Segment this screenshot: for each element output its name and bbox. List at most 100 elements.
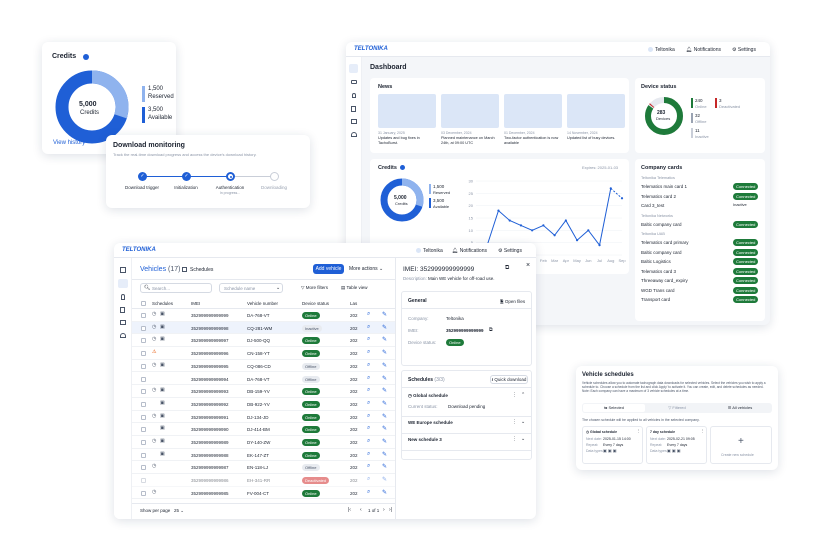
nav-files-icon[interactable] [351, 106, 356, 112]
table-row[interactable]: ◷ 352999999999987 EN-118-LJ Offline 202 ⌕ ✎ [132, 461, 395, 475]
row-edit-icon[interactable]: ✎ [382, 451, 387, 458]
settings-link[interactable]: ⚙ Settings [732, 47, 756, 53]
vs-card-more-icon[interactable]: ⋮ [637, 429, 641, 433]
row-checkbox[interactable] [141, 427, 146, 433]
table-row[interactable]: ◷ ▣ 352999999999999 DA-768-VT Online 202 ⌕ ✎ [132, 309, 395, 322]
schedule-more-icon[interactable]: ⋮ [512, 419, 517, 425]
vs-card-more-icon[interactable]: ⋮ [701, 429, 705, 433]
row-search-icon[interactable]: ⌕ [367, 425, 370, 432]
vs-tab-filtered[interactable]: ▽ Filtered [646, 404, 708, 412]
company-card-name[interactable]: Threeaway card_expiry [641, 278, 688, 283]
table-view-button[interactable]: ▤ Table view [341, 285, 367, 291]
vs-tab-all[interactable]: ☰ All vehicles [709, 404, 771, 412]
vnav-files-icon[interactable] [120, 307, 125, 313]
row-edit-icon[interactable]: ✎ [382, 463, 387, 470]
row-search-icon[interactable]: ⌕ [367, 336, 370, 343]
vehicles-company-selector[interactable]: Teltonika [416, 248, 443, 254]
table-row[interactable]: ▣ 352999999999990 DJ-414-BM Online 202 ⌕ ✎ [132, 423, 395, 436]
credits-info-icon[interactable] [83, 54, 89, 60]
company-card-name[interactable]: Baltic company card [641, 222, 682, 227]
news-image[interactable] [441, 94, 499, 128]
imei-copy-icon[interactable]: ⧉ [489, 327, 493, 333]
vehicles-notifications-link[interactable]: 🔔︎ Notifications [452, 248, 487, 254]
table-row[interactable]: ▣ 352999999999988 EK-147-ZT Online 202 ⌕ ✎ [132, 449, 395, 462]
select-all-checkbox[interactable] [141, 301, 146, 306]
per-page-select[interactable]: 25 ⌄ [174, 508, 184, 514]
schedule-more-icon[interactable]: ⋮ [512, 392, 517, 398]
row-checkbox[interactable] [141, 401, 146, 407]
schedule-name-select[interactable]: Schedule name ⌄ [219, 283, 283, 293]
col-schedules[interactable]: Schedules [152, 301, 173, 306]
row-search-icon[interactable]: ⌕ [367, 387, 370, 394]
add-vehicle-button[interactable]: Add vehicle [313, 264, 344, 274]
col-device-status[interactable]: Device status [302, 301, 329, 306]
prev-page-icon[interactable]: ‹ [360, 507, 362, 513]
row-checkbox[interactable] [141, 490, 146, 496]
news-headline[interactable]: Two-factor authentication is now availab… [504, 136, 562, 145]
table-row[interactable]: ▣ 352999999999992 DB-922-YV Online 202 ⌕ ✎ [132, 398, 395, 411]
last-page-icon[interactable]: ›| [389, 507, 392, 513]
row-edit-icon[interactable]: ✎ [382, 375, 387, 382]
company-card-name[interactable]: Telematics card primary [641, 240, 689, 245]
more-actions-button[interactable]: More actions ⌄ [349, 266, 383, 272]
vs-tab-selected[interactable]: ⇆ Selected [583, 404, 645, 412]
row-edit-icon[interactable]: ✎ [382, 362, 387, 369]
row-checkbox[interactable] [141, 313, 146, 318]
nav-dashboard-icon[interactable] [349, 64, 358, 73]
company-card-name[interactable]: Transport card [641, 297, 670, 302]
row-checkbox[interactable] [141, 414, 146, 420]
news-image[interactable] [504, 94, 562, 128]
news-headline[interactable]: Planned maintenance on March 24th, at 09… [441, 136, 499, 145]
row-edit-icon[interactable]: ✎ [382, 311, 387, 318]
news-headline[interactable]: Updates and bug fixes in TachoBurst. [378, 136, 436, 145]
row-edit-icon[interactable]: ✎ [382, 438, 387, 445]
row-checkbox[interactable] [141, 338, 146, 344]
row-edit-icon[interactable]: ✎ [382, 336, 387, 343]
row-edit-icon[interactable]: ✎ [382, 387, 387, 394]
row-edit-icon[interactable]: ✎ [382, 324, 387, 331]
table-row[interactable]: ◷ ▣ 352999999999995 CQ-086-CD Offline 202 ⌕ ✎ [132, 360, 395, 373]
schedules-tab[interactable]: Schedules [182, 267, 213, 273]
row-search-icon[interactable]: ⌕ [367, 375, 370, 382]
schedule-name[interactable]: WE Europe schedule [408, 420, 453, 425]
notifications-link[interactable]: 🔔︎ Notifications [686, 47, 721, 53]
news-image[interactable] [567, 94, 625, 128]
table-row[interactable]: 352999999999994 DA-768-VT Offline 202 ⌕ ✎ [132, 373, 395, 386]
first-page-icon[interactable]: |‹ [348, 507, 351, 513]
vehicles-brand-logo[interactable]: TELTONIKA [122, 247, 156, 253]
row-search-icon[interactable]: ⌕ [367, 311, 370, 318]
company-card-name[interactable]: Baltic Logistics [641, 259, 671, 264]
nav-drivers-icon[interactable] [352, 93, 356, 98]
row-search-icon[interactable]: ⌕ [367, 362, 370, 369]
company-card-name[interactable]: Baltic company card [641, 250, 682, 255]
row-checkbox[interactable] [141, 351, 146, 357]
schedule-more-icon[interactable]: ⋮ [512, 436, 517, 442]
create-schedule-card[interactable]: + Create new schedule [710, 426, 772, 464]
quick-download-button[interactable]: ⭳ Quick download [490, 375, 528, 384]
table-row[interactable]: ◷ ▣ 352999999999989 DY-140-ZW Online 202 ⌕ ✎ [132, 436, 395, 449]
row-search-icon[interactable]: ⌕ [367, 349, 370, 356]
vs-schedule-card[interactable]: ◷ Global schedule ⋮ Next date: 2025-01-15 1… [582, 426, 643, 464]
company-card-name[interactable]: Telematics card 2 [641, 194, 676, 199]
company-card-name[interactable]: Card 3_test [641, 203, 664, 208]
table-row[interactable]: ⚠ 352999999999996 CN-158-YT Online 202 ⌕ ✎ [132, 347, 395, 360]
table-row[interactable]: ◷ 352999999999985 FV-004-CT Online 202 ⌕ ✎ [132, 487, 395, 500]
detail-close-icon[interactable]: × [526, 262, 530, 269]
row-checkbox[interactable] [141, 478, 146, 484]
row-checkbox[interactable] [141, 452, 146, 458]
nav-vehicles-icon[interactable] [351, 80, 357, 84]
brand-logo[interactable]: TELTONIKA [354, 46, 388, 52]
next-page-icon[interactable]: › [383, 507, 385, 513]
row-search-icon[interactable]: ⌕ [367, 413, 370, 420]
table-row[interactable]: ◷ ▣ 352999999999998 CQ-281-WM Inactive 202 ⌕ ✎ [132, 321, 395, 335]
row-checkbox[interactable] [141, 376, 146, 382]
chevron-down-icon[interactable]: ⌄ [521, 436, 525, 442]
news-headline[interactable]: Updated list of busy devices. [567, 136, 625, 141]
vs-schedule-card[interactable]: 7 day schedule ⋮ Next date: 2025-02-21 09:0… [646, 426, 707, 464]
row-search-icon[interactable]: ⌕ [367, 489, 370, 496]
row-edit-icon[interactable]: ✎ [382, 476, 387, 483]
schedule-name[interactable]: New schedule 3 [408, 437, 442, 442]
company-card-name[interactable]: WGD Trans card [641, 288, 675, 293]
table-row[interactable]: ◷ ▣ 352999999999991 DJ-134-JD Online 202 ⌕ ✎ [132, 411, 395, 424]
row-search-icon[interactable]: ⌕ [367, 324, 370, 331]
